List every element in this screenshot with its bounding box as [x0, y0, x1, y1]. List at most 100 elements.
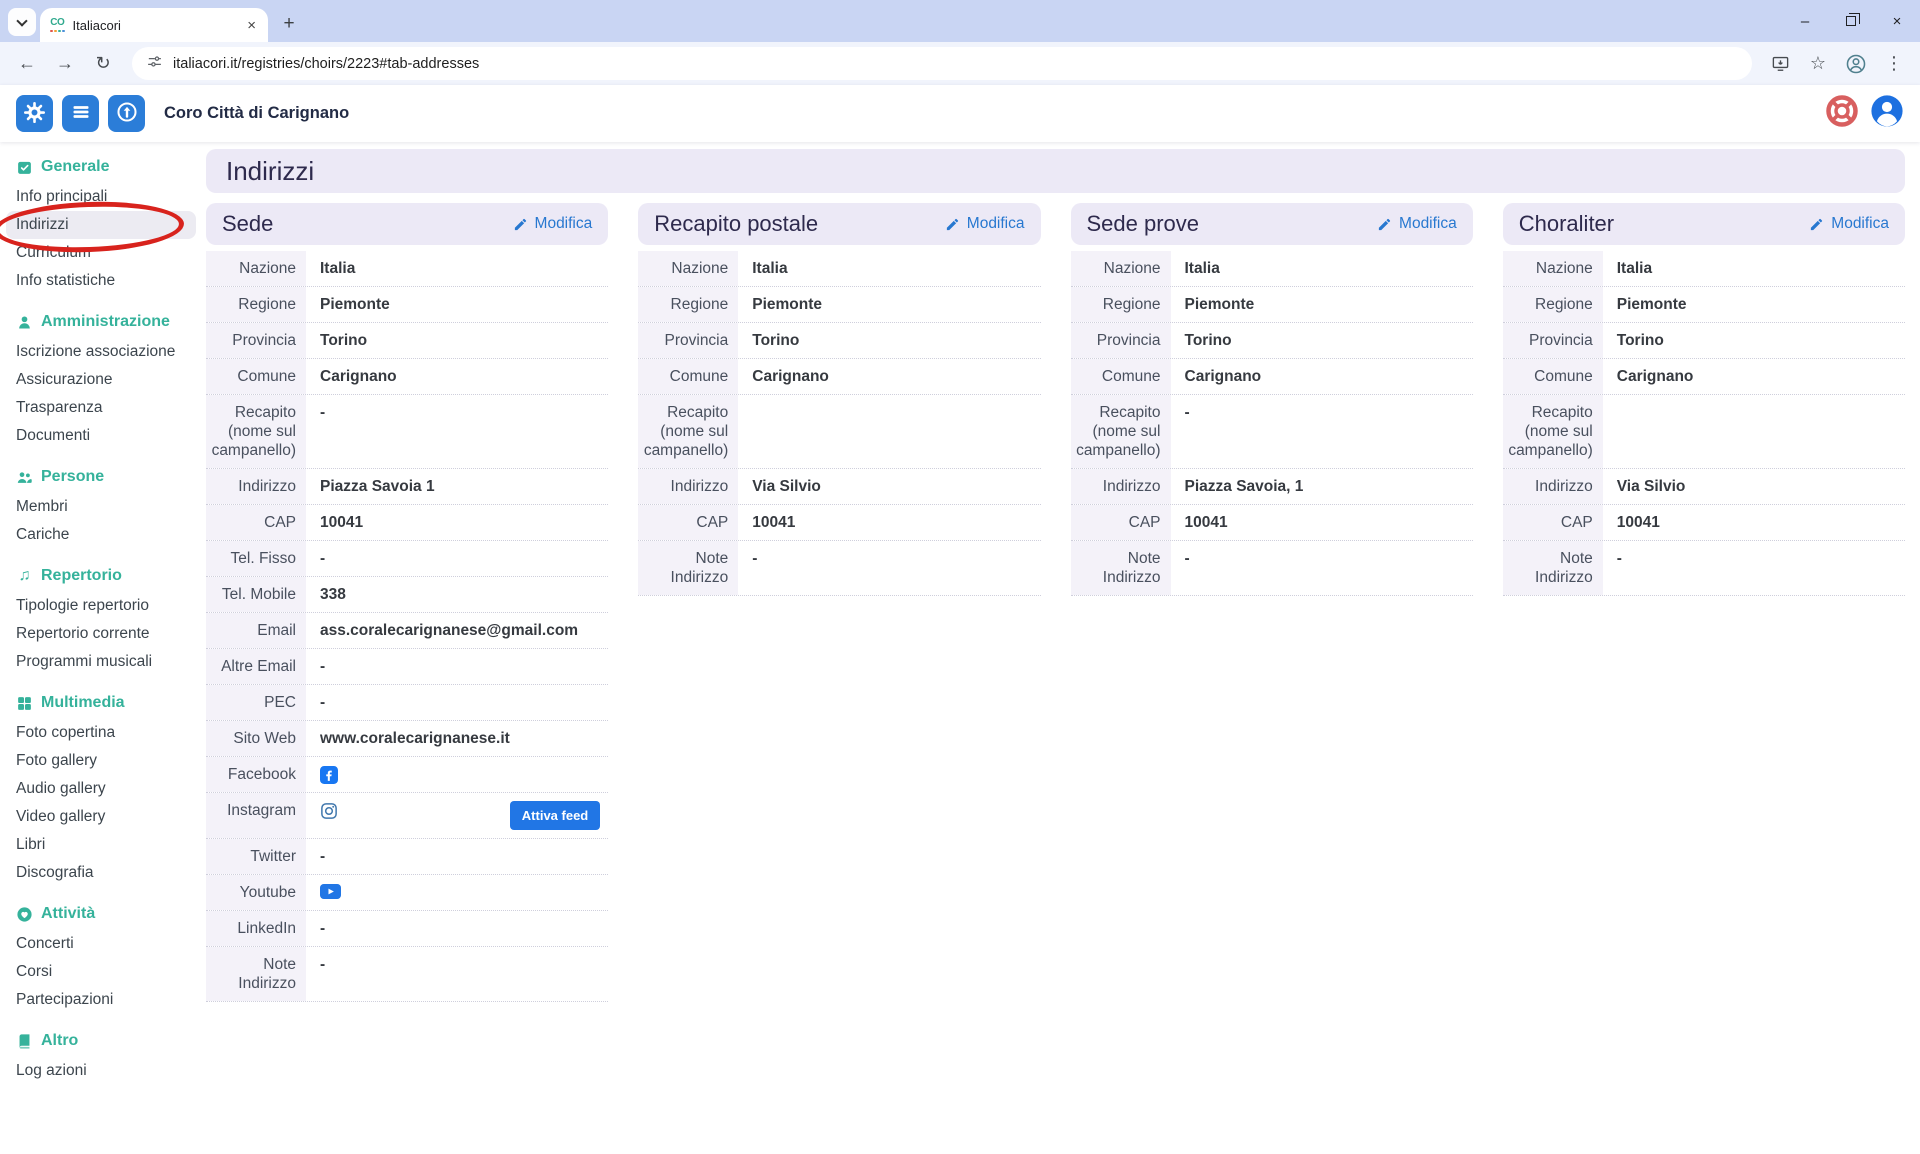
browser-profile-icon[interactable]	[1840, 48, 1872, 80]
value-text: 10041	[1185, 513, 1228, 532]
sidebar-section-label: Altro	[41, 1030, 78, 1052]
value-text: Italia	[1617, 259, 1652, 278]
sidebar-item-info-statistiche[interactable]: Info statistiche	[16, 267, 200, 295]
bookmark-star-icon[interactable]: ☆	[1802, 48, 1834, 80]
menu-button[interactable]	[62, 95, 99, 132]
sidebar-item-indirizzi[interactable]: Indirizzi	[6, 211, 196, 239]
music-icon: ♫	[16, 568, 33, 585]
sidebar-item-assicurazione[interactable]: Assicurazione	[16, 366, 200, 394]
row-recapito-nome-sul-campanello: Recapito (nome sul campanello)	[638, 395, 1040, 469]
upload-button[interactable]	[108, 95, 145, 132]
modifica-button[interactable]: Modifica	[513, 215, 593, 233]
window-close-button[interactable]: ×	[1874, 0, 1920, 42]
instagram-icon[interactable]	[320, 802, 338, 820]
row-sito-web: Sito Webwww.coralecarignanese.it	[206, 721, 608, 757]
sidebar-item-cariche[interactable]: Cariche	[16, 521, 200, 549]
row-indirizzo: IndirizzoPiazza Savoia 1	[206, 469, 608, 505]
settings-button[interactable]	[16, 95, 53, 132]
sidebar-item-programmi-musicali[interactable]: Programmi musicali	[16, 648, 200, 676]
sidebar-item-concerti[interactable]: Concerti	[16, 930, 200, 958]
browser-menu-icon[interactable]: ⋮	[1878, 48, 1910, 80]
row-label: Email	[206, 613, 306, 648]
modifica-button[interactable]: Modifica	[945, 215, 1025, 233]
sidebar-item-iscrizione-associazione[interactable]: Iscrizione associazione	[16, 338, 200, 366]
row-label: Recapito (nome sul campanello)	[638, 395, 738, 468]
sidebar-item-discografia[interactable]: Discografia	[16, 859, 200, 887]
tab-search-button[interactable]	[8, 8, 36, 36]
sidebar-item-foto-gallery[interactable]: Foto gallery	[16, 747, 200, 775]
tab-close-icon[interactable]: ×	[245, 17, 258, 34]
row-label: Twitter	[206, 839, 306, 874]
value-text: Torino	[320, 331, 367, 350]
row-cap: CAP10041	[1071, 505, 1473, 541]
modifica-button[interactable]: Modifica	[1377, 215, 1457, 233]
row-label: LinkedIn	[206, 911, 306, 946]
browser-tabstrip: CO Italiacori × + – ×	[0, 0, 1920, 42]
row-recapito-nome-sul-campanello: Recapito (nome sul campanello)	[1503, 395, 1905, 469]
row-value: -	[738, 541, 1040, 595]
row-cap: CAP10041	[206, 505, 608, 541]
url-bar[interactable]: italiacori.it/registries/choirs/2223#tab…	[132, 47, 1752, 80]
row-nazione: NazioneItalia	[206, 251, 608, 287]
window-minimize-button[interactable]: –	[1782, 0, 1828, 42]
browser-tab[interactable]: CO Italiacori ×	[40, 8, 268, 42]
site-info-icon[interactable]	[146, 53, 163, 75]
user-avatar[interactable]	[1870, 94, 1904, 133]
edit-label: Modifica	[535, 215, 593, 233]
help-lifering-icon[interactable]	[1824, 93, 1860, 134]
row-value: Italia	[1171, 251, 1473, 286]
row-value: Carignano	[1171, 359, 1473, 394]
sidebar-item-audio-gallery[interactable]: Audio gallery	[16, 775, 200, 803]
row-indirizzo: IndirizzoVia Silvio	[638, 469, 1040, 505]
modifica-button[interactable]: Modifica	[1809, 215, 1889, 233]
row-provincia: ProvinciaTorino	[1503, 323, 1905, 359]
sidebar-item-repertorio-corrente[interactable]: Repertorio corrente	[16, 620, 200, 648]
card-header: ChoraliterModifica	[1503, 203, 1905, 245]
row-value: 10041	[1603, 505, 1905, 540]
row-value: 10041	[1171, 505, 1473, 540]
new-tab-button[interactable]: +	[274, 9, 304, 39]
install-app-icon[interactable]	[1764, 48, 1796, 80]
forward-button[interactable]: →	[48, 47, 82, 81]
row-value: Carignano	[306, 359, 608, 394]
row-value: Piemonte	[1603, 287, 1905, 322]
row-value	[1603, 395, 1905, 468]
card-sede-prove: Sede proveModificaNazioneItaliaRegionePi…	[1071, 203, 1473, 596]
value-text: Torino	[1617, 331, 1664, 350]
edit-label: Modifica	[967, 215, 1025, 233]
row-label: Comune	[638, 359, 738, 394]
sidebar-item-info-principali[interactable]: Info principali	[16, 183, 200, 211]
sidebar-item-trasparenza[interactable]: Trasparenza	[16, 394, 200, 422]
row-label: Regione	[206, 287, 306, 322]
row-twitter: Twitter-	[206, 839, 608, 875]
sidebar-item-documenti[interactable]: Documenti	[16, 422, 200, 450]
row-regione: RegionePiemonte	[638, 287, 1040, 323]
gear-icon	[24, 102, 45, 126]
youtube-icon[interactable]	[320, 884, 341, 899]
window-restore-button[interactable]	[1828, 0, 1874, 42]
sidebar-section-attivit: AttivitàConcertiCorsiPartecipazioni	[16, 903, 200, 1014]
sidebar-item-video-gallery[interactable]: Video gallery	[16, 803, 200, 831]
sidebar-item-libri[interactable]: Libri	[16, 831, 200, 859]
row-regione: RegionePiemonte	[206, 287, 608, 323]
reload-button[interactable]: ↻	[86, 47, 120, 81]
sidebar: GeneraleInfo principaliIndirizziCurricul…	[0, 142, 200, 1085]
sidebar-item-curriculum[interactable]: Curriculum	[16, 239, 200, 267]
sidebar-item-log-azioni[interactable]: Log azioni	[16, 1057, 200, 1085]
sidebar-item-corsi[interactable]: Corsi	[16, 958, 200, 986]
row-comune: ComuneCarignano	[1071, 359, 1473, 395]
attiva-feed-button[interactable]: Attiva feed	[510, 801, 600, 830]
row-value: 338	[306, 577, 608, 612]
sidebar-item-foto-copertina[interactable]: Foto copertina	[16, 719, 200, 747]
row-pec: PEC-	[206, 685, 608, 721]
sidebar-section-header: Amministrazione	[16, 311, 200, 333]
sidebar-item-partecipazioni[interactable]: Partecipazioni	[16, 986, 200, 1014]
value-text: -	[320, 919, 325, 938]
row-label: Nazione	[206, 251, 306, 286]
sidebar-item-tipologie-repertorio[interactable]: Tipologie repertorio	[16, 592, 200, 620]
sidebar-item-membri[interactable]: Membri	[16, 493, 200, 521]
value-text: Italia	[752, 259, 787, 278]
back-button[interactable]: ←	[10, 47, 44, 81]
facebook-icon[interactable]	[320, 766, 338, 784]
row-label: Comune	[206, 359, 306, 394]
